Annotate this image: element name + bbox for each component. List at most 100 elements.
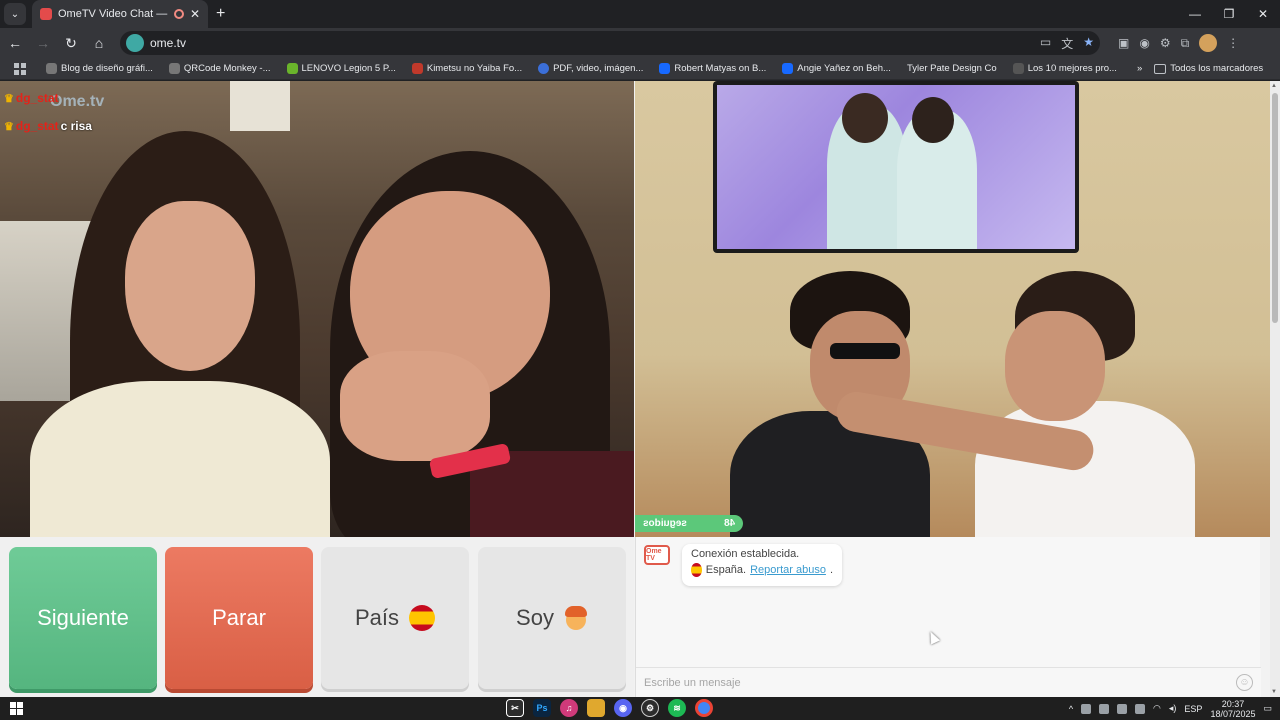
windows-start-icon[interactable] [10,702,23,715]
chat-panel: Ome TV Conexión establecida. España. Rep… [635,537,1261,697]
bookmark-item[interactable]: Angie Yañez on Beh... [782,63,891,74]
security-icon[interactable] [1099,703,1110,714]
behance-icon [659,63,671,74]
country-filter-button[interactable]: País [321,547,469,689]
battery-icon[interactable] [1135,703,1146,714]
steam-icon[interactable]: ⚙ [641,699,659,717]
system-message: Conexión establecida. España. Reportar a… [682,544,842,586]
all-bookmarks-button[interactable]: Todos los marcadores [1154,63,1263,74]
apps-grid-icon[interactable] [14,62,26,75]
chrome-icon[interactable] [695,699,713,717]
profile-avatar[interactable] [1199,34,1218,52]
chat-controls: Siguiente Parar País Soy [0,537,634,697]
tab-close-icon[interactable]: ✕ [190,7,200,21]
capcut-icon[interactable]: ✂ [506,699,524,717]
cast-icon[interactable]: ▭ [1040,35,1051,52]
settings-extension-icon[interactable]: ⚙ [1160,36,1171,50]
music-icon[interactable]: ♫ [560,699,578,717]
microphone-icon[interactable] [1081,703,1092,714]
bookmark-favicon-icon [411,63,423,74]
new-tab-button[interactable]: + [216,5,225,23]
browser-toolbar: ← → ↻ ⌂ ome.tv ▭ 文 ★ ▣ ◉ ⚙ ⧉ ⋮ [0,28,1280,58]
sync-icon[interactable] [1117,703,1128,714]
bookmark-item[interactable]: Los 10 mejores pro... [1012,63,1117,74]
extension-icon[interactable]: ◉ [1139,36,1149,50]
tab-search-button[interactable]: ⌄ [4,3,26,25]
site-info-icon[interactable] [126,34,144,52]
page-scrollbar[interactable]: ▲ ▼ [1270,81,1280,697]
volume-icon[interactable]: ◂) [1169,703,1177,714]
bookmark-favicon-icon [168,63,180,74]
photoshop-icon[interactable]: Ps [533,699,551,717]
bookmarks-overflow-button[interactable]: » [1137,63,1142,74]
behance-icon [782,63,794,74]
system-tray: ^ ◠ ◂) ESP 20:37 18/07/2025 ▭ [1069,697,1272,720]
ometv-favicon-icon [40,8,52,20]
window-controls: — ❐ ✕ [1178,0,1280,28]
bookmark-item[interactable]: Robert Matyas on B... [659,63,766,74]
close-window-button[interactable]: ✕ [1246,0,1280,28]
connected-text: Conexión establecida. [691,548,800,560]
bookmark-item[interactable]: LENOVO Legion 5 P... [286,63,396,74]
tab-title: OmeTV Video Chat — Ome [58,8,168,20]
browser-titlebar: ⌄ OmeTV Video Chat — Ome ✕ + — ❐ ✕ [0,0,1280,28]
overlay-chat-line: ♛ dg_stat [4,91,59,105]
restore-button[interactable]: ❐ [1212,0,1246,28]
bookmark-favicon-icon [286,63,298,74]
bookmark-favicon-icon [46,63,57,74]
folder-icon [1154,63,1167,74]
spotify-icon[interactable]: ≋ [668,699,686,717]
reload-button[interactable]: ↻ [58,30,84,56]
ometv-page: Ome.tv ♛ dg_stat ♛ dg_stat c risa seguid… [0,81,1270,697]
address-bar[interactable]: ome.tv ▭ 文 ★ [120,31,1100,55]
bookmark-favicon-icon [538,63,550,74]
language-indicator[interactable]: ESP [1184,704,1202,714]
wifi-icon[interactable]: ◠ [1153,703,1161,714]
file-explorer-icon[interactable] [587,699,605,717]
bookmark-item[interactable]: Kimetsu no Yaiba Fo... [411,63,522,74]
report-abuse-link[interactable]: Reportar abuso [750,564,826,576]
windows-taskbar: ✂ Ps ♫ ◉ ⚙ ≋ ^ ◠ ◂) ESP 20:37 18/07/2025… [0,697,1280,720]
back-button[interactable]: ← [2,30,28,56]
tab-ometv[interactable]: OmeTV Video Chat — Ome ✕ [32,0,208,28]
scroll-up-icon[interactable]: ▲ [1271,83,1277,89]
recording-icon [173,9,184,19]
wall-tv [713,81,1079,253]
spain-flag-icon [691,563,702,577]
tray-overflow-icon[interactable]: ^ [1069,704,1073,714]
discord-icon[interactable]: ◉ [614,699,632,717]
boy-emoji-icon [564,605,588,631]
next-button[interactable]: Siguiente [9,547,157,689]
scroll-down-icon[interactable]: ▼ [1271,689,1277,695]
notifications-icon[interactable]: ▭ [1263,703,1272,714]
scrollbar-thumb[interactable] [1272,93,1278,323]
bookmark-item[interactable]: Tyler Pate Design Co [907,63,997,74]
minimize-button[interactable]: — [1178,0,1212,28]
crown-icon: ♛ [4,120,14,133]
remote-video: seguidos 48 [635,81,1270,537]
gender-button[interactable]: Soy [478,547,626,689]
bookmarks-bar: Blog de diseño gráfi... QRCode Monkey -.… [0,58,1280,80]
local-video: Ome.tv ♛ dg_stat ♛ dg_stat c risa [0,81,634,537]
bookmark-star-icon[interactable]: ★ [1083,35,1094,52]
translator-extension-icon[interactable]: ▣ [1118,36,1129,50]
message-input-bar: ☺ [636,667,1261,697]
ometv-logo-icon: Ome TV [644,545,670,565]
home-button[interactable]: ⌂ [86,30,112,56]
message-input[interactable] [644,676,1236,689]
extensions-puzzle-icon[interactable]: ⧉ [1181,36,1190,51]
background-light [230,81,290,131]
mouse-cursor-icon [925,629,941,645]
emoji-icon[interactable]: ☺ [1236,674,1253,691]
bookmark-item[interactable]: PDF, video, imágen... [538,63,643,74]
translate-icon[interactable]: 文 [1061,35,1073,52]
country-text: España. [705,564,747,576]
bookmark-item[interactable]: QRCode Monkey -... [168,63,271,74]
clock[interactable]: 20:37 18/07/2025 [1210,699,1255,719]
bookmark-item[interactable]: Blog de diseño gráfi... [46,63,153,74]
browser-menu-icon[interactable]: ⋮ [1227,36,1239,50]
stop-button[interactable]: Parar [165,547,313,689]
forward-button[interactable]: → [30,30,56,56]
person-left [30,131,340,537]
crown-icon: ♛ [4,92,14,105]
